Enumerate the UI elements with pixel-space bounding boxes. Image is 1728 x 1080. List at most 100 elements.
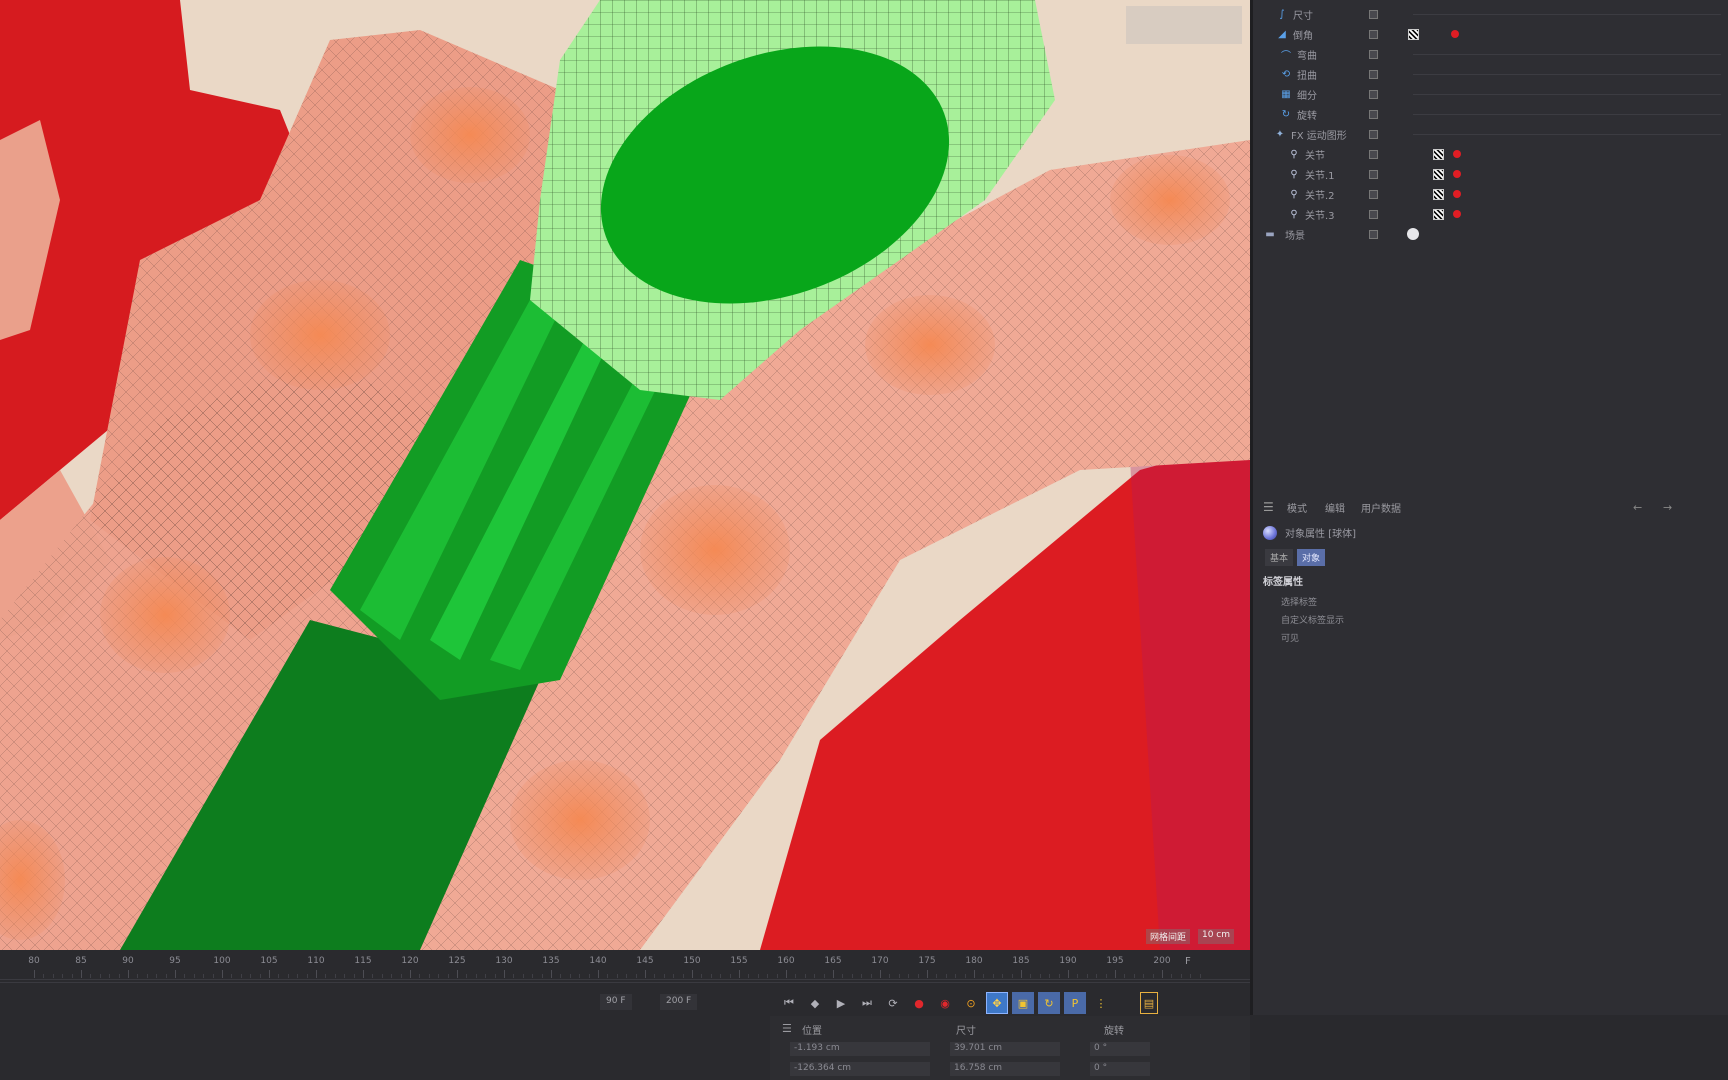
object-row[interactable]: ⚲ 关节.3 (1253, 204, 1728, 224)
back-arrow-icon[interactable]: ← (1633, 501, 1642, 514)
timeline-tick-label: 145 (636, 956, 654, 966)
hamburger-icon[interactable]: ☰ (782, 1022, 792, 1035)
coord-position-y[interactable]: -126.364 cm (790, 1062, 930, 1076)
timeline[interactable]: F 80 85 90 95 100 105 110 115 120 125 130 135 140 145… (0, 950, 1250, 1080)
visibility-toggle[interactable] (1369, 29, 1378, 39)
coord-rotation-p[interactable]: 0 ° (1090, 1062, 1150, 1076)
visibility-toggle[interactable] (1369, 9, 1378, 19)
menu-user-data[interactable]: 用户数据 (1361, 500, 1401, 515)
timeline-tick (974, 970, 975, 978)
visibility-toggle[interactable] (1369, 149, 1378, 159)
checker-tag-icon[interactable] (1433, 208, 1444, 220)
timeline-minor-tick (992, 974, 994, 978)
object-manager[interactable]: ∫ 尺寸 ◢ 倒角 ⌒ 弯曲 ⟲ 扭曲 ▦ 细分 ↻ 旋转 ✦ FX 运动图形 … (1250, 0, 1728, 495)
visibility-toggle[interactable] (1369, 209, 1378, 219)
3d-viewport[interactable]: 网格间距 10 cm (0, 0, 1250, 950)
attribute-object-title: 对象属性 [球体] (1263, 525, 1356, 540)
prev-key-icon[interactable]: ◆ (804, 992, 826, 1014)
coord-position-x[interactable]: -1.193 cm (790, 1042, 930, 1056)
object-row[interactable]: ⚲ 关节 (1253, 144, 1728, 164)
visibility-toggle[interactable] (1369, 229, 1378, 239)
key-scale-icon[interactable]: ▣ (1012, 992, 1034, 1014)
field-custom-display[interactable]: 自定义标签显示 (1281, 613, 1344, 626)
checker-tag-icon[interactable] (1433, 168, 1444, 180)
material-tag-icon[interactable] (1453, 170, 1461, 178)
key-position-icon[interactable]: ✥ (986, 992, 1008, 1014)
object-row[interactable]: ∫ 尺寸 (1253, 4, 1728, 24)
visibility-toggle[interactable] (1369, 109, 1378, 119)
timeline-minor-tick (767, 974, 769, 978)
checker-tag-icon[interactable] (1433, 188, 1444, 200)
timeline-minor-tick (720, 974, 722, 978)
keyframe-selection-icon[interactable]: ⊙ (960, 992, 982, 1014)
visibility-toggle[interactable] (1369, 69, 1378, 79)
checker-tag-icon[interactable] (1408, 28, 1419, 40)
frame-start-field[interactable]: 90 F (600, 994, 632, 1010)
coord-size-y[interactable]: 16.758 cm (950, 1062, 1060, 1076)
object-row[interactable]: ↻ 旋转 (1253, 104, 1728, 124)
object-row[interactable]: ▦ 细分 (1253, 84, 1728, 104)
loop-icon[interactable]: ⟳ (882, 992, 904, 1014)
object-row[interactable]: ✦ FX 运动图形 (1253, 124, 1728, 144)
coordinate-manager[interactable]: ☰ 位置 尺寸 旋转 -1.193 cm 39.701 cm 0 ° -126.… (770, 1016, 1250, 1080)
object-row[interactable]: ⚲ 关节.1 (1253, 164, 1728, 184)
checker-tag-icon[interactable] (1433, 148, 1444, 160)
c4d-app: 网格间距 10 cm ∫ 尺寸 ◢ 倒角 ⌒ 弯曲 ⟲ 扭曲 ▦ 细分 ↻ 旋转… (0, 0, 1728, 1080)
coord-size-x[interactable]: 39.701 cm (950, 1042, 1060, 1056)
timeline-minor-tick (795, 974, 797, 978)
film-strip-icon[interactable]: ▤ (1140, 992, 1158, 1014)
object-row[interactable]: ⟲ 扭曲 (1253, 64, 1728, 84)
material-tag-icon[interactable] (1451, 30, 1459, 38)
tab-basic[interactable]: 基本 (1265, 549, 1294, 566)
material-tag-icon[interactable] (1453, 190, 1461, 198)
timeline-ruler[interactable]: F 80 85 90 95 100 105 110 115 120 125 130 135 140 145… (0, 952, 1250, 980)
auto-key-icon[interactable]: ◉ (934, 992, 956, 1014)
tab-object[interactable]: 对象 (1297, 549, 1326, 566)
timeline-minor-tick (579, 974, 581, 978)
timeline-tick-label: 190 (1059, 956, 1077, 966)
viewport-navigation-gizmo[interactable] (1126, 6, 1242, 44)
timeline-minor-tick (870, 974, 872, 978)
timeline-minor-tick (616, 974, 618, 978)
hamburger-icon[interactable]: ☰ (1263, 500, 1274, 514)
coord-rotation-h[interactable]: 0 ° (1090, 1042, 1150, 1056)
timeline-minor-tick (898, 974, 900, 978)
visibility-toggle[interactable] (1369, 129, 1378, 139)
key-rotation-icon[interactable]: ↻ (1038, 992, 1060, 1014)
object-row[interactable]: ⌒ 弯曲 (1253, 44, 1728, 64)
forward-arrow-icon[interactable]: → (1663, 501, 1672, 514)
timeline-minor-tick (240, 974, 242, 978)
field-select-tag[interactable]: 选择标签 (1281, 595, 1317, 608)
object-row[interactable]: ▬ 场景 (1253, 224, 1728, 244)
timeline-minor-tick (1190, 974, 1192, 978)
visibility-toggle[interactable] (1369, 89, 1378, 99)
go-to-end-icon[interactable]: ⏭ (856, 992, 878, 1014)
timeline-tick-label: 200 (1153, 956, 1171, 966)
timeline-minor-tick (532, 974, 534, 978)
visibility-toggle[interactable] (1369, 169, 1378, 179)
material-tag-icon[interactable] (1453, 150, 1461, 158)
object-row[interactable]: ⚲ 关节.2 (1253, 184, 1728, 204)
material-tag-icon[interactable] (1453, 210, 1461, 218)
timeline-track[interactable] (0, 982, 1250, 983)
go-to-start-icon[interactable]: ⏮ (778, 992, 800, 1014)
timeline-minor-tick (663, 974, 665, 978)
field-visible[interactable]: 可见 (1281, 631, 1299, 644)
timeline-minor-tick (1133, 974, 1135, 978)
menu-edit[interactable]: 编辑 (1325, 500, 1345, 515)
key-parameter-icon[interactable]: P (1064, 992, 1086, 1014)
visibility-toggle[interactable] (1369, 189, 1378, 199)
scene-material-icon[interactable] (1407, 228, 1419, 240)
play-icon[interactable]: ▶ (830, 992, 852, 1014)
attribute-manager[interactable]: ☰ 模式 编辑 用户数据 ← → 对象属性 [球体] 基本 对象 标签属性 选择… (1250, 495, 1728, 1080)
key-pla-icon[interactable]: ⋮ (1090, 992, 1112, 1014)
object-row[interactable]: ◢ 倒角 (1253, 24, 1728, 44)
timeline-minor-tick (983, 974, 985, 978)
menu-mode[interactable]: 模式 (1287, 500, 1307, 515)
record-icon[interactable]: ● (908, 992, 930, 1014)
timeline-minor-tick (569, 974, 571, 978)
timeline-minor-tick (560, 974, 562, 978)
frame-end-field[interactable]: 200 F (660, 994, 698, 1010)
timeline-minor-tick (541, 974, 543, 978)
visibility-toggle[interactable] (1369, 49, 1378, 59)
